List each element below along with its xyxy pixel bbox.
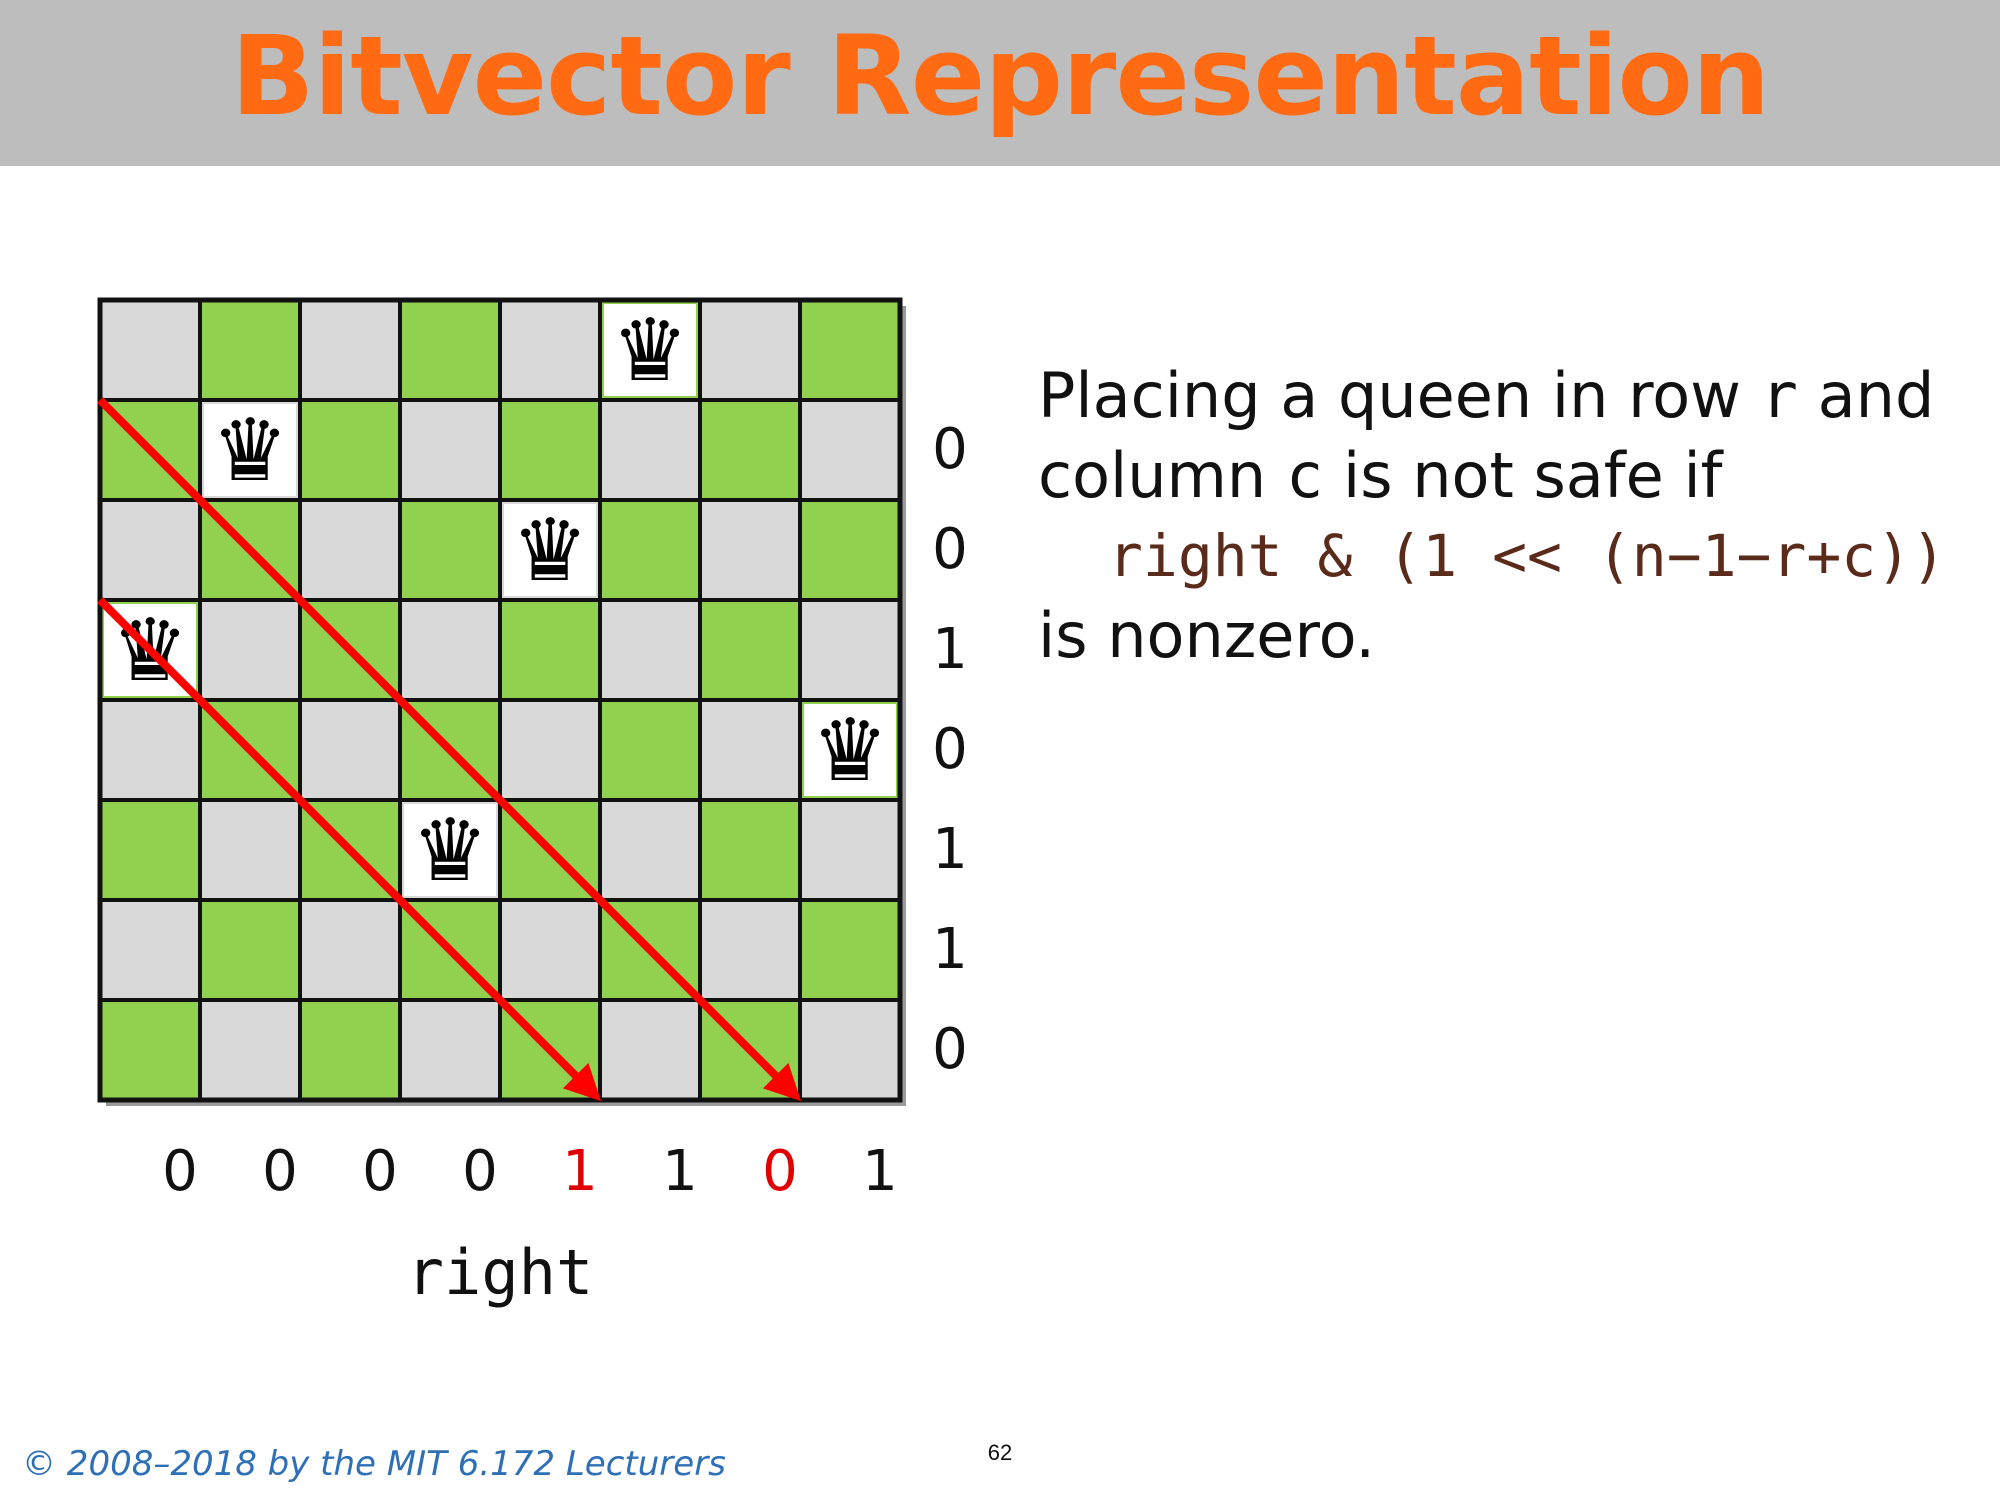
- board-square: [298, 898, 402, 1002]
- bottom-bit: 0: [162, 1139, 198, 1204]
- board-square: [398, 598, 502, 702]
- highlighted-bit: 0: [762, 1139, 798, 1204]
- board-square: [98, 798, 202, 902]
- description-text-part: is not safe if: [1323, 439, 1723, 512]
- description-line-4: is nonzero.: [1038, 599, 1376, 672]
- board-square: [398, 998, 502, 1102]
- board-square: [698, 498, 802, 602]
- board-square: [298, 998, 402, 1102]
- highlighted-bit: 1: [562, 1139, 598, 1204]
- board-square: [98, 498, 202, 602]
- board-square: [798, 798, 902, 902]
- copyright-footer: © 2008–2018 by the MIT 6.172 Lecturers: [22, 1444, 726, 1484]
- board-square: [198, 598, 302, 702]
- side-bit: 1: [932, 617, 968, 682]
- chessboard-diagram: ♛♛♛♛♛♛: [97, 297, 906, 1106]
- board-square: [798, 398, 902, 502]
- board-square: [498, 298, 602, 402]
- description-line-2: column c is not safe if: [1038, 436, 1998, 516]
- board-square: [298, 498, 402, 602]
- side-bit: 0: [932, 717, 968, 782]
- black-queen-icon: ♛: [811, 701, 888, 801]
- board-square: [798, 498, 902, 602]
- board-square: [498, 598, 602, 702]
- board-square: [298, 698, 402, 802]
- board-square: [698, 598, 802, 702]
- board-square: [98, 298, 202, 402]
- bottom-bit: 0: [462, 1139, 498, 1204]
- board-square: [798, 898, 902, 1002]
- board-square: [698, 798, 802, 902]
- board-square: [98, 998, 202, 1102]
- side-bit: 1: [932, 917, 968, 982]
- description-text-part: Placing a queen in row: [1038, 359, 1761, 432]
- board-square: [298, 298, 402, 402]
- bottom-bit: 1: [662, 1139, 698, 1204]
- board-square: [298, 398, 402, 502]
- board-square: [798, 998, 902, 1102]
- board-square: [798, 298, 902, 402]
- board-square: [598, 598, 702, 702]
- board-square: [598, 498, 702, 602]
- board-square: [98, 698, 202, 802]
- row-variable: r: [1760, 359, 1798, 432]
- board-square: [698, 298, 802, 402]
- description-text-part: column: [1038, 439, 1286, 512]
- bottom-bit: 0: [262, 1139, 298, 1204]
- bottom-bit: 0: [362, 1139, 398, 1204]
- board-square: [398, 498, 502, 602]
- black-queen-icon: ♛: [611, 301, 688, 401]
- side-bit: 0: [932, 1017, 968, 1082]
- column-variable: c: [1285, 439, 1324, 512]
- side-bit: 0: [932, 517, 968, 582]
- board-square: [498, 898, 602, 1002]
- board-square: [198, 898, 302, 1002]
- board-square: [198, 798, 302, 902]
- board-square: [698, 898, 802, 1002]
- bitvector-label: right: [406, 1236, 594, 1309]
- board-square: [498, 398, 602, 502]
- board-square: [598, 398, 702, 502]
- board-square: [398, 298, 502, 402]
- description-text: Placing a queen in row r and column c is…: [1038, 356, 1998, 676]
- black-queen-icon: ♛: [511, 501, 588, 601]
- board-square: [598, 998, 702, 1102]
- description-line-1: Placing a queen in row r and: [1038, 356, 1998, 436]
- black-queen-icon: ♛: [411, 801, 488, 901]
- board-square: [498, 698, 602, 802]
- code-expression: right & (1 << (n−1−r+c)): [1108, 522, 1947, 590]
- page-number: 62: [987, 1440, 1013, 1465]
- board-square: [698, 398, 802, 502]
- description-text-part: and: [1797, 359, 1935, 432]
- board-square: [398, 398, 502, 502]
- board-square: [598, 798, 702, 902]
- board-square: [198, 298, 302, 402]
- side-bit: 1: [932, 817, 968, 882]
- board-square: [198, 998, 302, 1102]
- board-square: [598, 698, 702, 802]
- board-square: [698, 698, 802, 802]
- black-queen-icon: ♛: [211, 401, 288, 501]
- side-bit: 0: [932, 417, 968, 482]
- board-square: [98, 898, 202, 1002]
- board-square: [798, 598, 902, 702]
- bottom-bit: 1: [862, 1139, 898, 1204]
